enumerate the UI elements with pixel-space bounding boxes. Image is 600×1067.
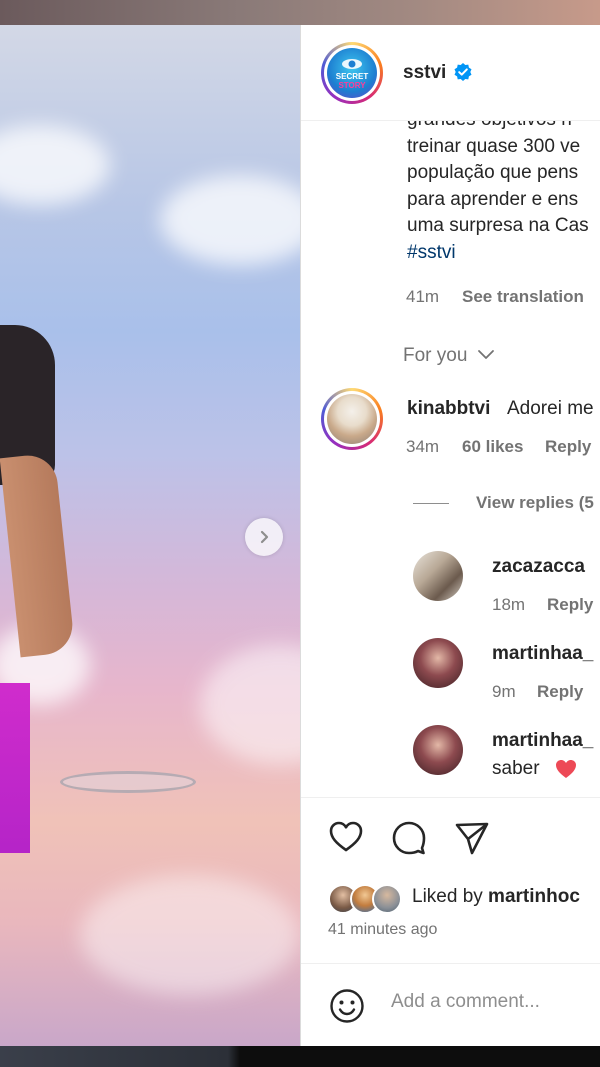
caption-line: uma surpresa na Cas	[407, 215, 589, 236]
reply-avatar[interactable]	[413, 638, 463, 688]
liker-avatar	[372, 884, 402, 914]
share-icon[interactable]	[454, 820, 490, 856]
add-comment-input[interactable]: Add a comment...	[391, 991, 540, 1013]
svg-text:STORY: STORY	[338, 81, 366, 90]
view-replies-button[interactable]: View replies (5	[476, 493, 594, 513]
reply-username[interactable]: martinhaa_	[492, 730, 593, 752]
reply-username[interactable]: zacazacca	[492, 556, 585, 578]
post-panel: SECRET STORY sstvi grandes objetivos n t…	[300, 25, 600, 1046]
for-you-label: For you	[403, 345, 468, 366]
comment-time[interactable]: 34m	[406, 437, 439, 457]
backdrop-bottom	[0, 1046, 600, 1067]
liked-by-text: Liked by martinhoc	[412, 886, 580, 908]
for-you-sort-button[interactable]: For you	[403, 345, 495, 367]
heart-icon[interactable]	[328, 820, 364, 854]
reply-username[interactable]: martinhaa_	[492, 643, 593, 665]
reply-text: saber	[492, 758, 540, 779]
post-header: SECRET STORY sstvi	[301, 25, 600, 121]
comment-reply-button[interactable]: Reply	[545, 437, 591, 457]
comment-icon[interactable]	[391, 820, 427, 856]
svg-text:SECRET: SECRET	[336, 72, 369, 81]
backdrop-top	[0, 0, 600, 25]
cloud	[0, 125, 110, 205]
liked-by-user[interactable]: martinhoc	[488, 886, 580, 907]
comment-text: Adorei me	[507, 398, 594, 419]
replies-divider	[413, 503, 449, 504]
reply-avatar[interactable]	[413, 725, 463, 775]
add-comment-bar: Add a comment...	[301, 963, 600, 1046]
author-avatar[interactable]: SECRET STORY	[321, 42, 383, 104]
next-image-button[interactable]	[245, 518, 283, 556]
post-caption: grandes objetivos n treinar quase 300 ve…	[407, 107, 600, 266]
post-time-ago[interactable]: 41 minutes ago	[328, 921, 437, 939]
chevron-right-icon	[260, 530, 269, 544]
caption-line: para aprender e ens	[407, 188, 579, 210]
cloud	[160, 175, 300, 265]
commenter-avatar[interactable]	[321, 388, 383, 450]
comment-likes[interactable]: 60 likes	[462, 437, 523, 457]
magenta-box	[0, 683, 30, 853]
reply-avatar[interactable]	[413, 551, 463, 601]
caption-line: população que pens	[407, 162, 579, 183]
see-translation-button[interactable]: See translation	[462, 287, 584, 307]
cloud	[200, 645, 300, 765]
heart-emoji-icon	[556, 760, 576, 778]
secret-story-logo-icon: SECRET STORY	[336, 59, 369, 90]
post-time[interactable]: 41m	[406, 287, 439, 307]
reply-time[interactable]: 18m	[492, 595, 525, 615]
reply-time[interactable]: 9m	[492, 682, 516, 702]
halo	[60, 771, 196, 793]
author-username[interactable]: sstvi	[403, 62, 446, 84]
caption-line: treinar quase 300 ve	[407, 135, 581, 157]
chevron-down-icon	[477, 350, 494, 359]
reply-reply-button[interactable]: Reply	[547, 595, 593, 615]
comment-username[interactable]: kinabbtvi	[407, 398, 490, 420]
verified-icon	[454, 63, 472, 81]
cloud	[80, 875, 300, 995]
liked-by-prefix: Liked by	[412, 886, 489, 907]
actions-divider	[301, 797, 600, 798]
hashtag-link[interactable]: #sstvi	[407, 240, 600, 267]
person-arm	[0, 452, 76, 658]
post-image[interactable]	[0, 25, 300, 1046]
emoji-icon[interactable]	[329, 988, 365, 1024]
reply-reply-button[interactable]: Reply	[537, 682, 583, 702]
